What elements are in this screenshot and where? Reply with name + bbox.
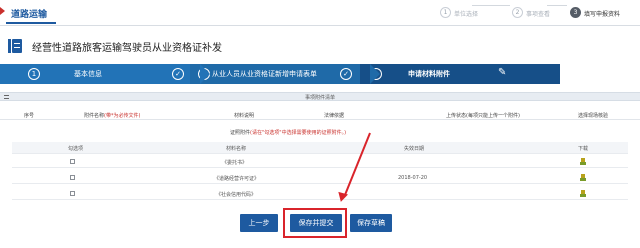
step-2-arrow bbox=[370, 64, 380, 84]
download-icon[interactable] bbox=[580, 174, 586, 181]
material-name: 《社会信用代码》 bbox=[216, 192, 257, 198]
download-icon[interactable] bbox=[580, 190, 586, 197]
section-marker-icon bbox=[0, 7, 5, 15]
page-title: 经营性道路旅客运输驾驶员从业资格证补发 bbox=[32, 42, 222, 54]
top-step-1-icon: 1 bbox=[440, 7, 451, 18]
prev-button[interactable]: 上一步 bbox=[240, 214, 278, 232]
download-icon[interactable] bbox=[580, 158, 586, 165]
step-1-check-icon: ✓ bbox=[172, 68, 184, 80]
col-desc: 材料说明 bbox=[234, 113, 255, 119]
step-1-number-icon: 1 bbox=[28, 68, 40, 80]
top-step-3-icon: 3 bbox=[570, 7, 581, 18]
wizard-step-3-label: 申请材料附件 bbox=[408, 70, 450, 78]
required-note: (带*为必传文件) bbox=[104, 113, 141, 119]
top-step-2-label: 事项查看 bbox=[526, 11, 551, 18]
certificates-table-header: 勾选项 材料名称 失效日期 下载 bbox=[12, 142, 628, 154]
list-icon bbox=[4, 95, 9, 99]
certificates-note: (请在"勾选项"中选择需要使用的证照附件。) bbox=[250, 130, 347, 136]
wizard-step-1-label: 基本信息 bbox=[74, 70, 102, 78]
page-heading: 经营性道路旅客运输驾驶员从业资格证补发 bbox=[8, 36, 222, 56]
table-row: 《社会信用代码》 bbox=[12, 188, 628, 200]
col-seq: 序号 bbox=[24, 113, 35, 119]
materials-section-bar: 事项附件清单 bbox=[0, 92, 640, 101]
certificates-title-line: 证照附件(请在"勾选项"中选择需要使用的证照附件。) bbox=[230, 129, 346, 136]
expiry-date: 2018-07-20 bbox=[398, 175, 428, 181]
col-name: 附件名称(带*为必传文件) bbox=[84, 112, 140, 119]
wizard-step-1[interactable]: 1 基本信息 ✓ bbox=[0, 64, 210, 84]
section-underline bbox=[6, 22, 56, 24]
edit-icon: ✎ bbox=[498, 67, 507, 78]
materials-table-header: 序号 附件名称(带*为必传文件) 材料说明 法律依据 上传状态(每项只能上传一个… bbox=[0, 110, 640, 120]
col-material-name: 材料名称 bbox=[226, 146, 247, 152]
step-1-arrow bbox=[200, 64, 210, 84]
top-step-3-label: 填写申报资料 bbox=[584, 11, 621, 18]
step-connector bbox=[547, 5, 567, 6]
table-row: 《委托书》 bbox=[12, 156, 628, 168]
materials-title: 事项附件清单 bbox=[304, 95, 336, 101]
row-checkbox[interactable] bbox=[70, 175, 75, 180]
step-connector bbox=[472, 5, 510, 6]
wizard-step-3[interactable]: 3 申请材料附件 ✎ bbox=[360, 64, 560, 84]
save-draft-button[interactable]: 保存草稿 bbox=[350, 214, 392, 232]
wizard-step-2-label: 从业人员从业资格证新增申请表单 bbox=[212, 70, 317, 78]
col-check: 勾选项 bbox=[68, 146, 84, 152]
heading-bar bbox=[8, 39, 11, 53]
step-2-check-icon: ✓ bbox=[340, 68, 352, 80]
row-checkbox[interactable] bbox=[70, 191, 75, 196]
document-icon bbox=[12, 39, 22, 53]
col-select: 选择现场核验 bbox=[578, 113, 609, 119]
col-name-label: 附件名称 bbox=[84, 113, 105, 119]
material-name: 《委托书》 bbox=[222, 160, 248, 166]
highlight-box bbox=[283, 208, 347, 238]
row-checkbox[interactable] bbox=[70, 159, 75, 164]
col-expiry: 失效日期 bbox=[404, 146, 425, 152]
wizard-steps: 1 基本信息 ✓ 2 从业人员从业资格证新增申请表单 ✓ 3 申请材料附件 ✎ bbox=[0, 64, 560, 84]
section-title: 道路运输 bbox=[11, 10, 48, 20]
certificates-header: 证照附件(请在"勾选项"中选择需要使用的证照附件。) bbox=[0, 128, 640, 136]
annotation-arrow-icon bbox=[336, 191, 348, 204]
wizard-step-2[interactable]: 2 从业人员从业资格证新增申请表单 ✓ bbox=[190, 64, 380, 84]
top-bar: 道路运输 1 单位选择 2 事项查看 3 填写申报资料 bbox=[0, 0, 640, 26]
col-basis: 法律依据 bbox=[324, 113, 345, 119]
material-name: 《道路经营许可证》 bbox=[214, 176, 260, 182]
top-step-2-icon: 2 bbox=[512, 7, 523, 18]
certificates-title: 证照附件 bbox=[230, 130, 251, 136]
table-row: 《道路经营许可证》 2018-07-20 bbox=[12, 172, 628, 184]
col-upload: 上传状态(每项只能上传一个附件) bbox=[446, 113, 520, 119]
col-download: 下载 bbox=[578, 146, 589, 152]
top-step-1-label: 单位选择 bbox=[454, 11, 479, 18]
